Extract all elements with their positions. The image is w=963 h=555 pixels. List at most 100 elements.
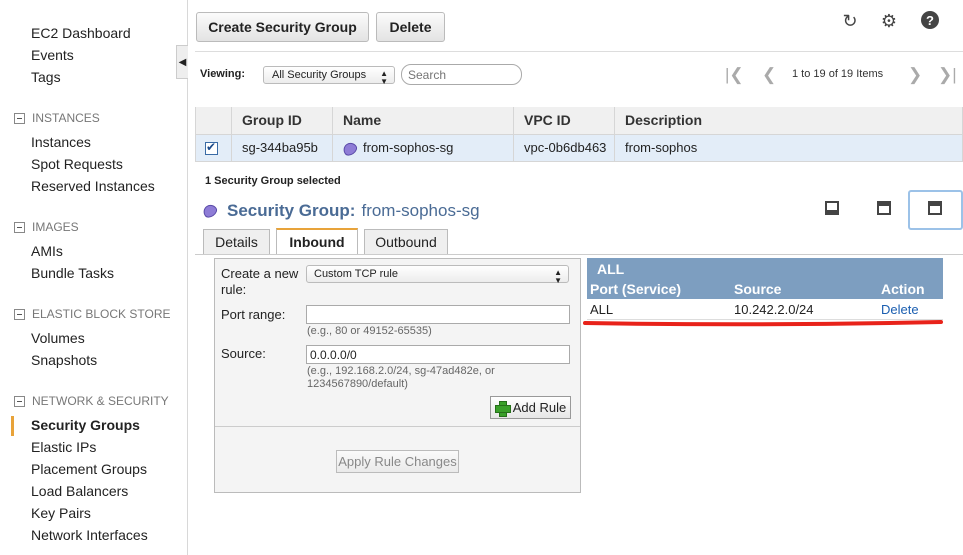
add-rule-button[interactable]: Add Rule <box>490 396 571 419</box>
rule-type-select[interactable]: Custom TCP rule ▲ ▼ <box>306 265 569 285</box>
nav-elastic-ips[interactable]: Elastic IPs <box>31 439 96 455</box>
section-elastic-block-store[interactable]: ELASTIC BLOCK STORE <box>14 307 171 321</box>
pager-text: 1 to 19 of 19 Items <box>792 68 884 80</box>
cell-group-id: sg-344ba95b <box>231 133 333 162</box>
column-header-group-id[interactable]: Group ID <box>231 107 333 135</box>
pane-split-icon[interactable] <box>877 201 891 215</box>
annotation-stroke <box>583 320 943 327</box>
column-header-port: Port (Service) <box>590 281 682 297</box>
rule-row: ALL 10.242.2.0/24 Delete <box>587 299 943 320</box>
nav-ec2-dashboard[interactable]: EC2 Dashboard <box>31 25 131 41</box>
nav-key-pairs[interactable]: Key Pairs <box>31 505 91 521</box>
gear-icon[interactable]: ⚙ <box>878 10 900 32</box>
select-arrows-icon: ▲ ▼ <box>380 69 388 86</box>
detail-title-prefix: Security Group: <box>227 201 356 220</box>
section-images[interactable]: IMAGES <box>14 220 79 234</box>
sidebar: EC2 Dashboard Events Tags INSTANCES Inst… <box>0 0 188 555</box>
section-title: NETWORK & SECURITY <box>32 394 169 408</box>
rule-delete-link[interactable]: Delete <box>881 302 919 317</box>
next-page-icon[interactable]: ❯ <box>908 65 922 85</box>
detail-title: Security Group: from-sophos-sg <box>200 201 480 221</box>
rules-group-title: ALL <box>597 261 625 277</box>
nav-security-groups[interactable]: Security Groups <box>31 417 140 433</box>
port-range-hint: (e.g., 80 or 49152-65535) <box>307 325 432 337</box>
nav-instances[interactable]: Instances <box>31 134 91 150</box>
port-range-input[interactable] <box>306 305 570 324</box>
source-hint: (e.g., 192.168.2.0/24, sg-47ad482e, or 1… <box>307 365 495 390</box>
cell-vpc-id: vpc-0b6db463 <box>513 133 615 162</box>
source-input[interactable] <box>306 345 570 364</box>
pane-full-toggle[interactable] <box>908 190 963 230</box>
table-row[interactable]: sg-344ba95b from-sophos-sg vpc-0b6db463 … <box>195 133 963 162</box>
selected-count: 1 Security Group selected <box>205 175 341 187</box>
port-range-label: Port range: <box>221 307 286 322</box>
nav-events[interactable]: Events <box>31 47 74 63</box>
create-rule-label: Create a new rule: <box>221 266 299 297</box>
select-column-header <box>195 107 232 135</box>
column-header-name[interactable]: Name <box>332 107 514 135</box>
nav-reserved-instances[interactable]: Reserved Instances <box>31 178 155 194</box>
nav-load-balancers[interactable]: Load Balancers <box>31 483 128 499</box>
section-title: ELASTIC BLOCK STORE <box>32 307 171 321</box>
select-arrows-icon: ▲ ▼ <box>554 268 562 285</box>
tab-divider <box>195 254 963 255</box>
form-divider <box>215 426 580 427</box>
column-header-description[interactable]: Description <box>614 107 963 135</box>
collapse-icon[interactable] <box>14 308 25 320</box>
help-icon[interactable]: ? <box>921 11 939 29</box>
collapse-icon[interactable] <box>14 112 25 124</box>
source-label: Source: <box>221 346 266 361</box>
section-title: INSTANCES <box>32 111 100 125</box>
nav-volumes[interactable]: Volumes <box>31 330 85 346</box>
viewing-bar: Viewing: All Security Groups ▲▼ |❮ ❮ 1 t… <box>195 51 963 96</box>
collapse-icon[interactable] <box>14 221 25 233</box>
nav-snapshots[interactable]: Snapshots <box>31 352 97 368</box>
nav-placement-groups[interactable]: Placement Groups <box>31 461 147 477</box>
cell-description: from-sophos <box>614 133 963 162</box>
tab-inbound[interactable]: Inbound <box>276 228 358 254</box>
column-header-action: Action <box>881 281 925 297</box>
inbound-rules-table: ALL Port (Service) Source Action ALL 10.… <box>587 258 943 320</box>
security-group-icon <box>200 202 220 220</box>
chevron-left-icon: ◀ <box>178 56 187 68</box>
active-indicator <box>11 416 14 436</box>
nav-network-interfaces[interactable]: Network Interfaces <box>31 527 148 543</box>
detail-title-name: from-sophos-sg <box>361 201 480 220</box>
collapse-icon[interactable] <box>14 395 25 407</box>
column-header-vpc-id[interactable]: VPC ID <box>513 107 615 135</box>
prev-page-icon[interactable]: ❮ <box>762 65 776 85</box>
nav-spot-requests[interactable]: Spot Requests <box>31 156 123 172</box>
apply-rule-changes-button[interactable]: Apply Rule Changes <box>336 450 459 473</box>
pane-bottom-icon[interactable] <box>825 201 839 215</box>
last-page-icon[interactable]: ❯| <box>938 65 957 85</box>
column-header-source: Source <box>734 281 782 297</box>
tab-details[interactable]: Details <box>203 229 270 254</box>
row-select-cell[interactable] <box>195 133 232 162</box>
table-header-row: Group ID Name VPC ID Description <box>195 107 963 135</box>
rule-source: 10.242.2.0/24 <box>734 302 814 317</box>
sidebar-collapse-toggle[interactable]: ◀ <box>176 45 188 79</box>
cell-name: from-sophos-sg <box>332 133 514 162</box>
section-instances[interactable]: INSTANCES <box>14 111 100 125</box>
viewing-label: Viewing: <box>200 68 246 80</box>
refresh-icon[interactable]: ↻ <box>839 10 861 32</box>
nav-bundle-tasks[interactable]: Bundle Tasks <box>31 265 114 281</box>
rule-type-value: Custom TCP rule <box>314 268 398 280</box>
pane-full-icon <box>928 201 942 215</box>
row-checkbox[interactable] <box>205 140 218 156</box>
security-group-icon <box>340 139 360 158</box>
plus-icon <box>494 400 511 417</box>
viewing-filter-select[interactable]: All Security Groups ▲ ▼ <box>263 66 395 86</box>
red-annotation-underline <box>583 320 943 327</box>
delete-button[interactable]: Delete <box>376 12 445 42</box>
nav-tags[interactable]: Tags <box>31 69 61 85</box>
nav-amis[interactable]: AMIs <box>31 243 63 259</box>
first-page-icon[interactable]: |❮ <box>725 65 744 85</box>
section-network-security[interactable]: NETWORK & SECURITY <box>14 394 169 408</box>
tab-outbound[interactable]: Outbound <box>364 229 448 254</box>
add-rule-label: Add Rule <box>512 400 567 415</box>
search-input[interactable] <box>401 64 522 85</box>
viewing-filter-value: All Security Groups <box>272 69 367 81</box>
rule-port: ALL <box>590 302 614 317</box>
create-security-group-button[interactable]: Create Security Group <box>196 12 369 42</box>
